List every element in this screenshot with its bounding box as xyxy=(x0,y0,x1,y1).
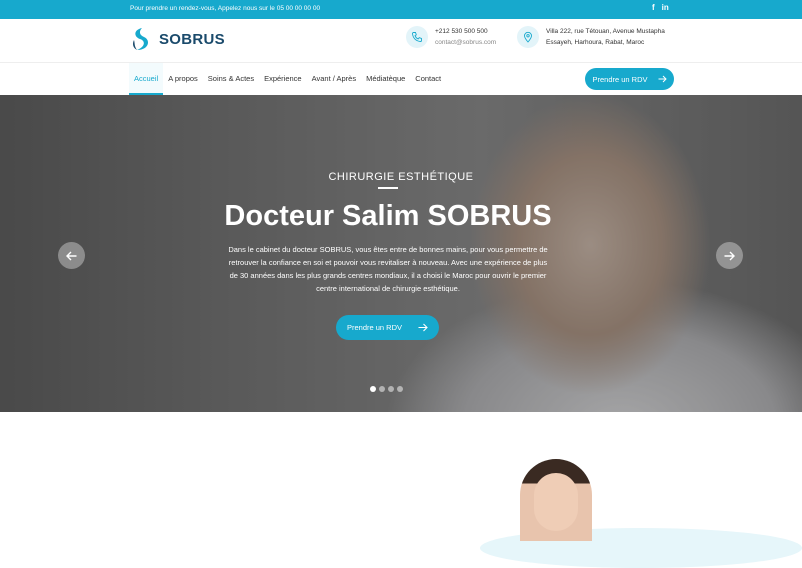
slider-next-button[interactable] xyxy=(716,242,743,269)
slider-prev-button[interactable] xyxy=(58,242,85,269)
logo-text: SOBRUS xyxy=(159,30,225,48)
hero-divider xyxy=(378,187,398,189)
hero-paragraph: Dans le cabinet du docteur SOBRUS, vous … xyxy=(228,245,548,293)
topbar-message: Pour prendre un rendez-vous, Appelez nou… xyxy=(130,5,321,12)
location-pin-icon xyxy=(517,26,539,48)
nav-item-avant-apres[interactable]: Avant / Après xyxy=(307,63,361,95)
header-rdv-label: Prendre un RDV xyxy=(592,74,648,84)
portrait-face xyxy=(534,473,578,531)
logo-mark-icon xyxy=(133,28,149,50)
nav-item-accueil[interactable]: Accueil xyxy=(129,63,164,95)
slider-pagination xyxy=(370,386,403,392)
nav-item-experience[interactable]: Expérience xyxy=(259,63,307,95)
site-header: SOBRUS +212 530 500 500 contact@sobrus.c… xyxy=(0,19,802,63)
address-line-1: Villa 222, rue Tétouan, Avenue Mustapha xyxy=(546,28,665,35)
nav-item-contact[interactable]: Contact xyxy=(410,63,446,95)
slider-dot[interactable] xyxy=(370,386,376,392)
main-nav: Accueil A propos Soins & Actes Expérienc… xyxy=(0,63,802,95)
phone-number[interactable]: +212 530 500 500 xyxy=(435,26,496,37)
header-rdv-button[interactable]: Prendre un RDV xyxy=(585,68,674,90)
contact-address: Villa 222, rue Tétouan, Avenue Mustapha … xyxy=(517,26,665,48)
facebook-icon[interactable]: f xyxy=(652,3,655,12)
hero-rdv-label: Prendre un RDV xyxy=(346,323,403,332)
nav-item-soins-actes[interactable]: Soins & Actes xyxy=(203,63,259,95)
address-line-2: Essayeh, Harhoura, Rabat, Maroc xyxy=(546,39,645,46)
top-bar: Pour prendre un rendez-vous, Appelez nou… xyxy=(0,0,802,19)
slider-dot[interactable] xyxy=(388,386,394,392)
arrow-right-icon xyxy=(724,251,735,260)
hero-rdv-button[interactable]: Prendre un RDV xyxy=(336,315,439,340)
nav-item-mediatheque[interactable]: Médiatèque xyxy=(361,63,410,95)
slider-dot[interactable] xyxy=(397,386,403,392)
slider-dot[interactable] xyxy=(379,386,385,392)
logo[interactable]: SOBRUS xyxy=(129,26,225,52)
arrow-right-icon xyxy=(658,75,667,83)
doctor-portrait-image xyxy=(520,459,592,541)
hero-title: Docteur Salim SOBRUS xyxy=(224,200,552,232)
social-links: f in xyxy=(652,3,669,12)
arrow-left-icon xyxy=(66,251,77,260)
email-address[interactable]: contact@sobrus.com xyxy=(435,37,496,48)
contact-phone-email: +212 530 500 500 contact@sobrus.com xyxy=(406,26,496,48)
phone-icon xyxy=(406,26,428,48)
about-section xyxy=(0,412,802,541)
arrow-right-icon xyxy=(418,323,428,332)
hero-subtitle: CHIRURGIE ESTHÉTIQUE xyxy=(328,171,474,183)
nav-item-a-propos[interactable]: A propos xyxy=(163,63,203,95)
linkedin-icon[interactable]: in xyxy=(662,3,669,12)
hero-slider: CHIRURGIE ESTHÉTIQUE Docteur Salim SOBRU… xyxy=(0,95,802,412)
